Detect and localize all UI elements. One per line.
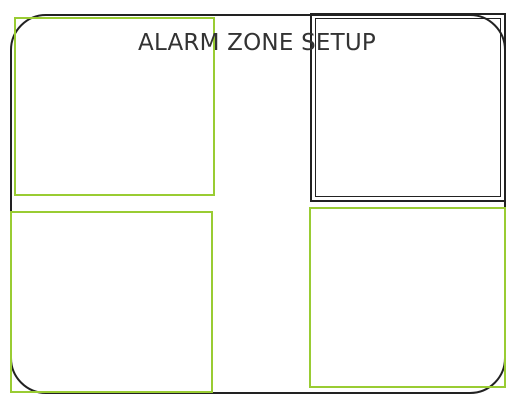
alarm-zone-setup-screen: ALARM ZONE SETUP	[0, 0, 506, 395]
zone-bottom-left[interactable]	[10, 211, 213, 393]
page-title: ALARM ZONE SETUP	[138, 30, 376, 56]
zone-bottom-right[interactable]	[309, 207, 506, 388]
